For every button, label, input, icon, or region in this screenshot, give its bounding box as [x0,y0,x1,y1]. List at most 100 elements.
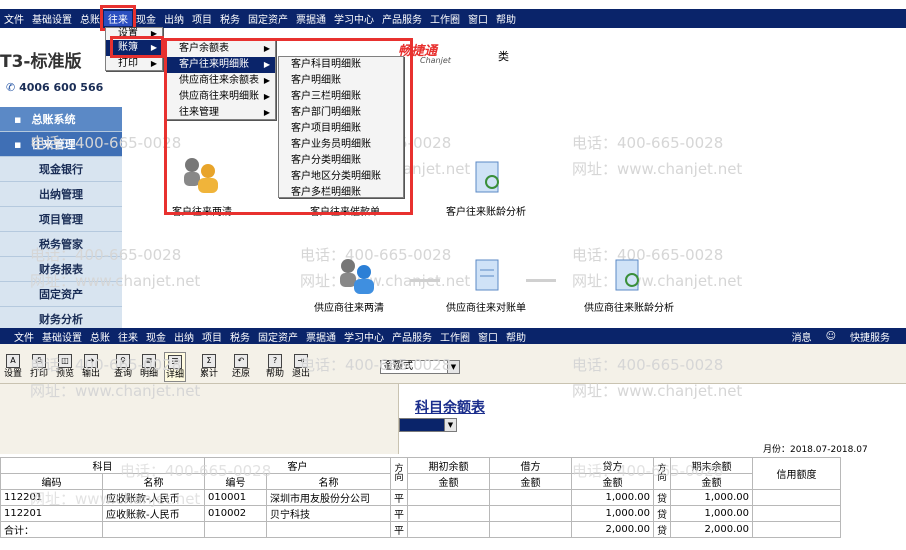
service-icon: ☺ [825,330,836,342]
category-tail: 类 [498,50,509,63]
watermark-site: 网址：www.chanjet.net [572,272,743,290]
menu-cash[interactable]: 现金 [132,11,160,26]
report-title: 科目余额表 [415,400,485,416]
menu-tax[interactable]: 税务 [226,329,254,344]
menu-basic-settings[interactable]: 基础设置 [38,329,86,344]
messages-link[interactable]: 消息 [788,329,816,344]
menu-tax[interactable]: 税务 [216,11,244,26]
exit-button[interactable]: ⇥ 退出 [290,352,312,382]
menu-ledger[interactable]: 总账 [86,329,114,344]
col-closing-amount: 金额 [670,473,753,490]
partner-logo-en: Chanjet [420,56,451,65]
report-left-panel [0,384,398,454]
menu-workcircle[interactable]: 工作圈 [436,329,474,344]
menu-window[interactable]: 窗口 [464,11,492,26]
collapse-icon: ▪ [14,137,22,151]
menu-file[interactable]: 文件 [0,11,28,26]
table-total-row[interactable]: 合计： 平 2,000.00 贷 2,000.00 [0,521,841,538]
report-header-panel: 科目余额表 ▼ 月份：2018.07-2018.07 [398,384,906,455]
sidebar-item-project[interactable]: 项目管理 [0,207,122,232]
menu-product-service[interactable]: 产品服务 [378,11,426,26]
ledger-icon: ≣ [142,354,156,368]
sidebar-item-ledger[interactable]: ▪ 总账系统 [0,107,122,132]
menu-fixed-assets[interactable]: 固定资产 [254,329,302,344]
menu-workcircle[interactable]: 工作圈 [426,11,464,26]
quick-service-link[interactable]: 快捷服务 [846,329,894,344]
col-debit: 借方 [489,457,572,474]
clipboard-search-icon [475,161,499,193]
col-direction: 方向 [390,457,408,490]
help-button[interactable]: ? 帮助 [264,352,286,382]
phone-icon: ✆ [6,81,16,94]
menu-learning[interactable]: 学习中心 [330,11,378,26]
report-window-menubar: 文件 基础设置 总账 往来 现金 出纳 项目 税务 固定资产 票据通 学习中心 … [0,328,906,344]
menu-cashier[interactable]: 出纳 [170,329,198,344]
supplier-aging-label[interactable]: 供应商往来账龄分析 [584,299,674,314]
report-toolbar: A 设置 ⎙ 打印 ◫ 预览 ➜ 输出 ⚲ 查询 ≣ 明细 ☰ 详细 Σ 累计 ↶ 还原 ? 帮助 … [0,344,906,384]
people-icon [340,259,374,294]
menu-cashier[interactable]: 出纳 [160,11,188,26]
menu-item-print[interactable]: 打印 ▶ [106,56,162,72]
col-cust-code: 编号 [204,473,267,490]
menu-cash[interactable]: 现金 [142,329,170,344]
col-subject: 科目 [0,457,205,474]
sidebar: ▪ 总账系统 ▪ 往来管理 现金银行 出纳管理 项目管理 税务管家 财务报表 固定资… [0,107,122,332]
col-closing: 期末余额 [670,457,753,474]
export-button[interactable]: ➜ 输出 [80,352,102,382]
subject-select[interactable]: ▼ [399,418,457,432]
table-sub-header: 编码 名称 编号 名称 金额 金额 金额 金额 [0,473,841,490]
menu-bills[interactable]: 票据通 [302,329,340,344]
table-row[interactable]: 112201 应收账款-人民币 010002 贝宁科技 平 1,000.00 贷… [0,505,841,522]
preview-button[interactable]: ◫ 预览 [54,352,76,382]
col-credit-amount: 金额 [571,473,654,490]
watermark-site: 网址：www.chanjet.net [572,160,743,178]
format-select[interactable]: 金额式 ▼ [380,360,460,374]
menu-learning[interactable]: 学习中心 [340,329,388,344]
detailed-button[interactable]: ☰ 详细 [164,352,186,382]
table-row[interactable]: 112201 应收账款-人民币 010001 深圳市用友股份分公司 平 1,00… [0,489,841,506]
sidebar-item-fixed-assets[interactable]: 固定资产 [0,282,122,307]
query-button[interactable]: ⚲ 查询 [112,352,134,382]
detail-button[interactable]: ≣ 明细 [138,352,160,382]
supplier-statement-label[interactable]: 供应商往来对账单 [446,299,526,314]
highlight-books-box [110,36,164,58]
export-icon: ➜ [84,354,98,368]
menu-help[interactable]: 帮助 [502,329,530,344]
menu-file[interactable]: 文件 [0,329,38,344]
sidebar-item-reports[interactable]: 财务报表 [0,257,122,282]
menu-product-service[interactable]: 产品服务 [388,329,436,344]
brand-phone: 4006 600 566 [19,81,104,94]
sidebar-item-cash-bank[interactable]: 现金银行 [0,157,122,182]
chevron-down-icon: ▼ [447,361,459,373]
sidebar-item-cashier[interactable]: 出纳管理 [0,182,122,207]
preview-icon: ◫ [58,354,72,368]
menu-bills[interactable]: 票据通 [292,11,330,26]
menu-receivables[interactable]: 往来 [114,329,142,344]
supplier-reconcile-label[interactable]: 供应商往来两清 [314,299,384,314]
menu-window[interactable]: 窗口 [474,329,502,344]
binoculars-icon: ⚲ [116,354,130,368]
cumulative-button[interactable]: Σ 累计 [198,352,220,382]
flow-arrow [410,279,440,282]
menu-project[interactable]: 项目 [198,329,226,344]
help-icon: ? [268,354,282,368]
col-code: 编码 [0,473,103,490]
chevron-down-icon: ▼ [444,419,456,431]
sidebar-item-tax[interactable]: 税务管家 [0,232,122,257]
print-button[interactable]: ⎙ 打印 [28,352,50,382]
settings-button[interactable]: A 设置 [2,352,24,382]
exit-icon: ⇥ [294,354,308,368]
watermark-phone: 电话：400-665-0028 [572,246,724,264]
printer-icon: ⎙ [32,354,46,368]
menu-basic-settings[interactable]: 基础设置 [28,11,76,26]
menu-project[interactable]: 项目 [188,11,216,26]
clipboard-icon [475,259,499,291]
menu-help[interactable]: 帮助 [492,11,520,26]
sidebar-item-receivables[interactable]: ▪ 往来管理 [0,132,122,157]
menu-fixed-assets[interactable]: 固定资产 [244,11,292,26]
restore-icon: ↶ [234,354,248,368]
highlight-submenu-box [164,38,413,215]
restore-button[interactable]: ↶ 还原 [230,352,252,382]
col-credit-limit: 信用额度 [752,457,841,490]
customer-aging-label[interactable]: 客户往来账龄分析 [446,203,526,218]
